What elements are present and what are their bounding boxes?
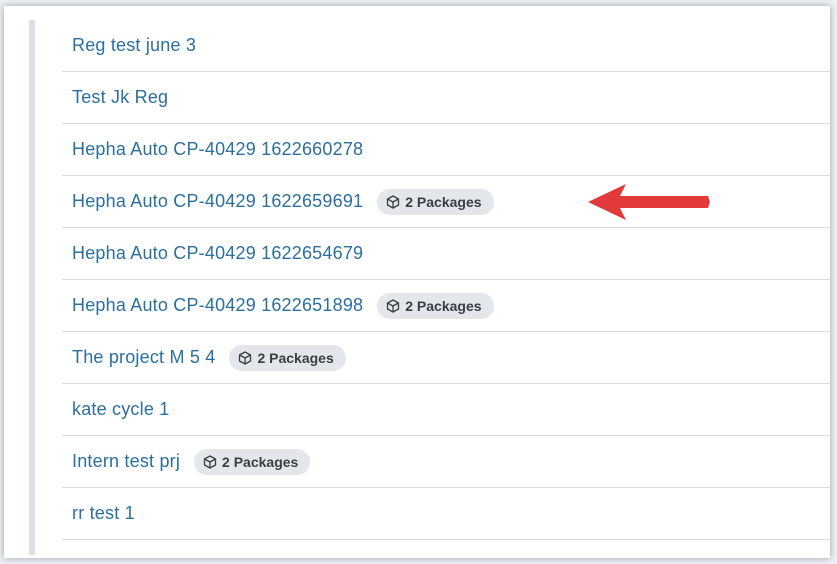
project-link[interactable]: Hepha Auto CP-40429 1622659691 bbox=[72, 191, 363, 212]
left-border-rule bbox=[29, 20, 35, 555]
project-link[interactable]: Reg test june 3 bbox=[72, 35, 196, 56]
project-row: kate cycle 1 bbox=[62, 384, 830, 436]
packages-badge: 2 Packages bbox=[377, 292, 494, 319]
packages-badge: 2 Packages bbox=[377, 188, 494, 215]
project-link[interactable]: rr test 1 bbox=[72, 503, 135, 524]
project-row: Reg test june 3 bbox=[62, 20, 830, 72]
project-link[interactable]: The project M 5 4 bbox=[72, 347, 215, 368]
package-icon bbox=[239, 350, 252, 365]
project-link[interactable]: kate cycle 1 bbox=[72, 399, 169, 420]
project-row: Hepha Auto CP-40429 1622651898 2 Packages bbox=[62, 280, 830, 332]
project-link[interactable]: Intern test prj bbox=[72, 451, 180, 472]
packages-badge: 2 Packages bbox=[194, 448, 311, 475]
project-row: Hepha Auto CP-40429 1622659691 2 Packages bbox=[62, 176, 830, 228]
project-list-panel: Reg test june 3 Test Jk Reg Hepha Auto CP-… bbox=[4, 6, 830, 558]
packages-badge-label: 2 Packages bbox=[257, 349, 334, 366]
project-row: Hepha Auto CP-40429 1622654679 bbox=[62, 228, 830, 280]
red-arrow-icon bbox=[588, 184, 710, 220]
packages-badge-label: 2 Packages bbox=[405, 297, 482, 314]
package-icon bbox=[387, 194, 400, 209]
project-link[interactable]: Test Jk Reg bbox=[72, 87, 168, 108]
project-row: Hepha Auto CP-40429 1622660278 bbox=[62, 124, 830, 176]
packages-badge-label: 2 Packages bbox=[222, 453, 299, 470]
project-row: rr test 1 bbox=[62, 488, 830, 540]
project-list: Reg test june 3 Test Jk Reg Hepha Auto CP-… bbox=[62, 20, 830, 540]
project-row: The project M 5 4 2 Packages bbox=[62, 332, 830, 384]
packages-badge: 2 Packages bbox=[229, 344, 346, 371]
package-icon bbox=[387, 298, 400, 313]
project-row: Intern test prj 2 Packages bbox=[62, 436, 830, 488]
package-icon bbox=[203, 454, 217, 469]
project-row: Test Jk Reg bbox=[62, 72, 830, 124]
project-link[interactable]: Hepha Auto CP-40429 1622651898 bbox=[72, 295, 363, 316]
project-link[interactable]: Hepha Auto CP-40429 1622654679 bbox=[72, 243, 363, 264]
packages-badge-label: 2 Packages bbox=[405, 193, 482, 210]
project-link[interactable]: Hepha Auto CP-40429 1622660278 bbox=[72, 139, 363, 160]
